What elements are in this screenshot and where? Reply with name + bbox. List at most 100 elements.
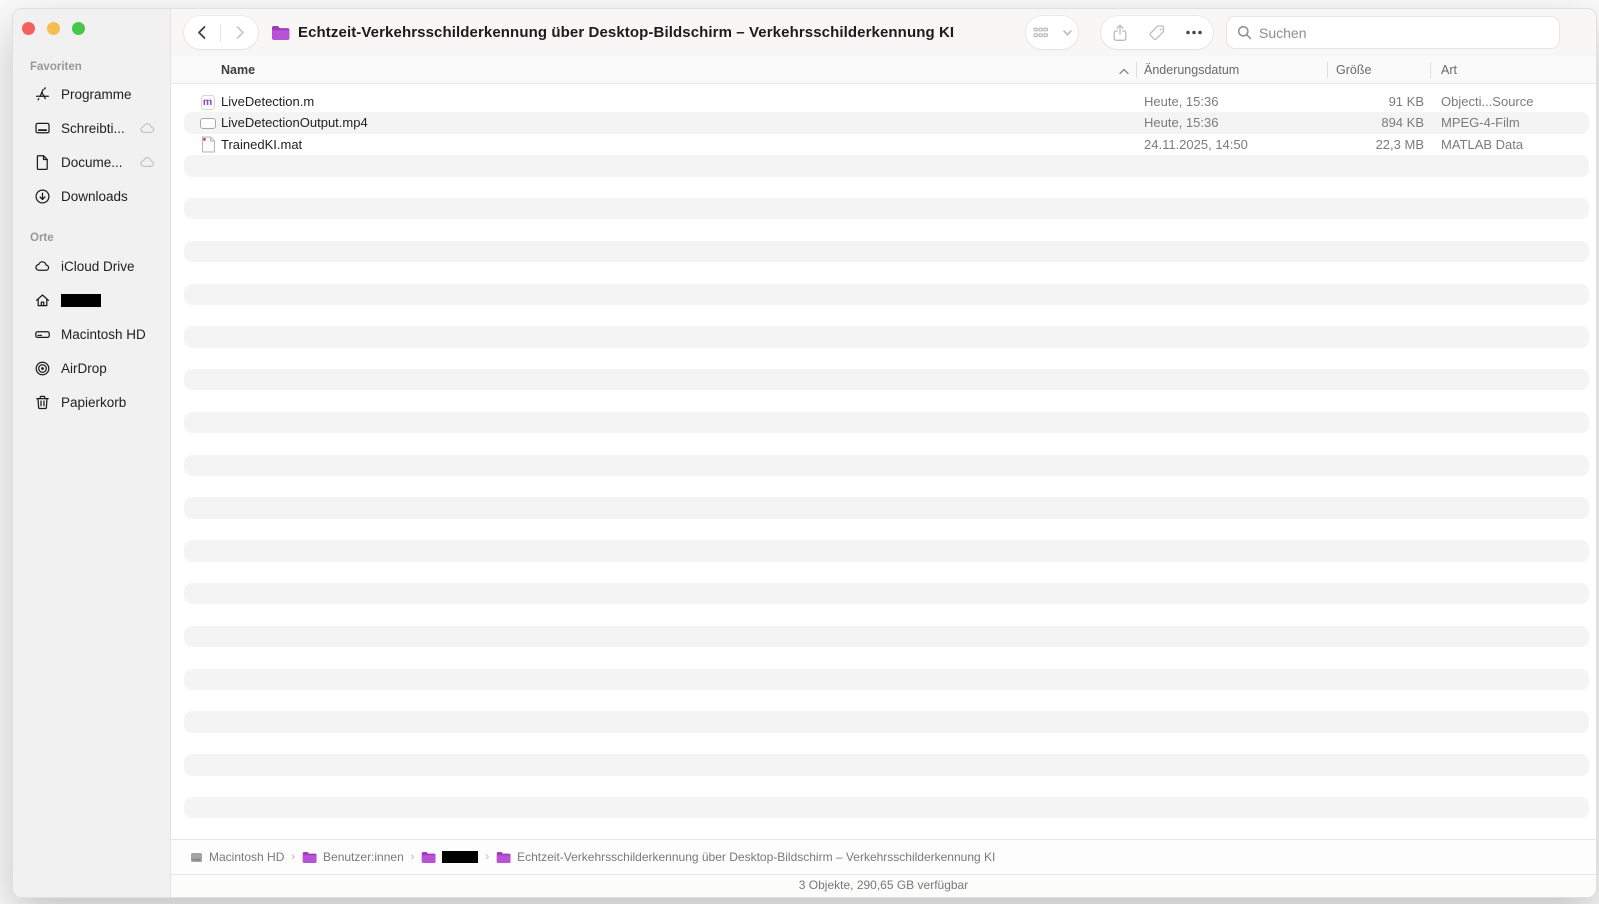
sidebar-item-label: Programme [61, 87, 132, 102]
breadcrumb-item[interactable]: Macintosh HD [190, 850, 284, 864]
breadcrumb-separator: › [411, 851, 415, 863]
sidebar-section-orte: Orte [30, 232, 54, 244]
sidebar-item-programme[interactable]: Programme [13, 77, 166, 111]
view-options-button[interactable] [1026, 16, 1078, 49]
empty-row [184, 241, 1589, 262]
minimize-button[interactable] [47, 22, 60, 35]
empty-row [184, 433, 1589, 454]
window-title: Echtzeit-Verkehrsschilderkennung über De… [298, 24, 954, 41]
empty-row [184, 583, 1589, 604]
file-row[interactable]: mLiveDetection.mHeute, 15:3691 KBObjecti… [184, 91, 1589, 112]
sidebar-item-home[interactable] [13, 283, 166, 317]
back-button[interactable] [186, 25, 216, 40]
more-options-button[interactable] [1177, 30, 1211, 35]
sidebar-item-airdrop[interactable]: AirDrop [13, 351, 166, 385]
empty-row [184, 519, 1589, 540]
toolbar: Echtzeit-Verkehrsschilderkennung über De… [171, 9, 1596, 56]
sidebar-item-docume[interactable]: Docume... [13, 145, 166, 179]
sidebar-item-downloads[interactable]: Downloads [13, 179, 166, 213]
file-row[interactable]: TrainedKI.mat24.11.2025, 14:5022,3 MBMAT… [184, 134, 1589, 155]
empty-row [184, 669, 1589, 690]
share-button[interactable] [1103, 24, 1137, 42]
path-bar: Macintosh HD › Benutzer:innen › › Echtzeit-Ve… [171, 839, 1596, 874]
download-circle-icon [34, 188, 51, 205]
column-size[interactable]: Größe [1336, 56, 1371, 84]
status-text: 3 Objekte, 290,65 GB verfügbar [799, 878, 968, 892]
empty-row [184, 219, 1589, 240]
sidebar-item-label: Macintosh HD [61, 327, 146, 342]
matlab-source-icon: m [201, 95, 215, 110]
empty-row [184, 818, 1589, 839]
document-icon [34, 154, 51, 171]
redacted-username [61, 294, 101, 307]
breadcrumb-label: Benutzer:innen [323, 850, 404, 864]
chevron-down-icon [1063, 30, 1072, 36]
icloud-status-icon [139, 120, 156, 137]
sidebar-item-icloud-drive[interactable]: iCloud Drive [13, 249, 166, 283]
video-file-icon [200, 118, 216, 129]
file-size: 894 KB [1274, 112, 1424, 133]
toolbar-actions [1101, 16, 1213, 49]
file-kind: MPEG-4-Film [1441, 112, 1520, 133]
empty-row [184, 326, 1589, 347]
main-area: Echtzeit-Verkehrsschilderkennung über De… [171, 9, 1596, 897]
empty-row [184, 776, 1589, 797]
file-name: LiveDetectionOutput.mp4 [221, 112, 368, 133]
folder-icon [496, 851, 511, 864]
empty-row [184, 348, 1589, 369]
matlab-data-icon [201, 136, 215, 153]
sidebar-item-papierkorb[interactable]: Papierkorb [13, 385, 166, 419]
breadcrumb-item[interactable]: Benutzer:innen [302, 850, 404, 864]
file-kind: Objecti...Source [1441, 91, 1534, 112]
empty-row [184, 284, 1589, 305]
empty-row [184, 690, 1589, 711]
file-date: Heute, 15:36 [1144, 112, 1218, 133]
sidebar-item-schreibti[interactable]: Schreibti... [13, 111, 166, 145]
sidebar-item-label: Schreibti... [61, 121, 125, 136]
file-name: TrainedKI.mat [221, 134, 302, 155]
close-button[interactable] [22, 22, 35, 35]
file-date: 24.11.2025, 14:50 [1144, 134, 1248, 155]
breadcrumb-label: Macintosh HD [209, 850, 284, 864]
file-row[interactable]: LiveDetectionOutput.mp4 Heute, 15:36 894 K… [184, 112, 1589, 133]
nav-divider [220, 24, 221, 42]
empty-row [184, 369, 1589, 390]
file-date: Heute, 15:36 [1144, 91, 1218, 112]
sidebar-item-macintosh-hd[interactable]: Macintosh HD [13, 317, 166, 351]
empty-row [184, 155, 1589, 176]
drive-icon [190, 851, 203, 864]
folder-icon [421, 851, 436, 864]
sidebar-item-label: Docume... [61, 155, 123, 170]
breadcrumb-label: Echtzeit-Verkehrsschilderkennung über De… [517, 850, 995, 864]
icloud-status-icon [139, 154, 156, 171]
folder-icon [302, 851, 317, 864]
empty-row [184, 262, 1589, 283]
search-field[interactable] [1226, 16, 1560, 49]
sidebar-item-label: AirDrop [61, 361, 107, 376]
empty-row [184, 412, 1589, 433]
breadcrumb-item[interactable]: Echtzeit-Verkehrsschilderkennung über De… [496, 850, 995, 864]
trash-icon [34, 394, 51, 411]
window-title-area: Echtzeit-Verkehrsschilderkennung über De… [271, 9, 954, 56]
finder-window: Favoriten ProgrammeSchreibti...Docume...… [12, 8, 1597, 898]
empty-row [184, 177, 1589, 198]
empty-row [184, 562, 1589, 583]
column-date[interactable]: Änderungsdatum [1144, 56, 1239, 84]
column-kind[interactable]: Art [1441, 56, 1457, 84]
forward-button[interactable] [226, 25, 256, 40]
sort-ascending-icon[interactable] [1119, 64, 1129, 78]
search-input[interactable] [1259, 25, 1549, 41]
breadcrumb-separator: › [485, 851, 489, 863]
file-kind: MATLAB Data [1441, 134, 1523, 155]
empty-row [184, 540, 1589, 561]
empty-row [184, 455, 1589, 476]
column-name[interactable]: Name [221, 56, 255, 84]
zoom-button[interactable] [72, 22, 85, 35]
folder-icon [271, 25, 290, 41]
empty-row [184, 476, 1589, 497]
breadcrumb-separator: › [291, 851, 295, 863]
breadcrumb-item[interactable] [421, 851, 478, 864]
tag-button[interactable] [1140, 24, 1174, 42]
empty-row [184, 754, 1589, 775]
redacted-folder-name [442, 851, 478, 863]
